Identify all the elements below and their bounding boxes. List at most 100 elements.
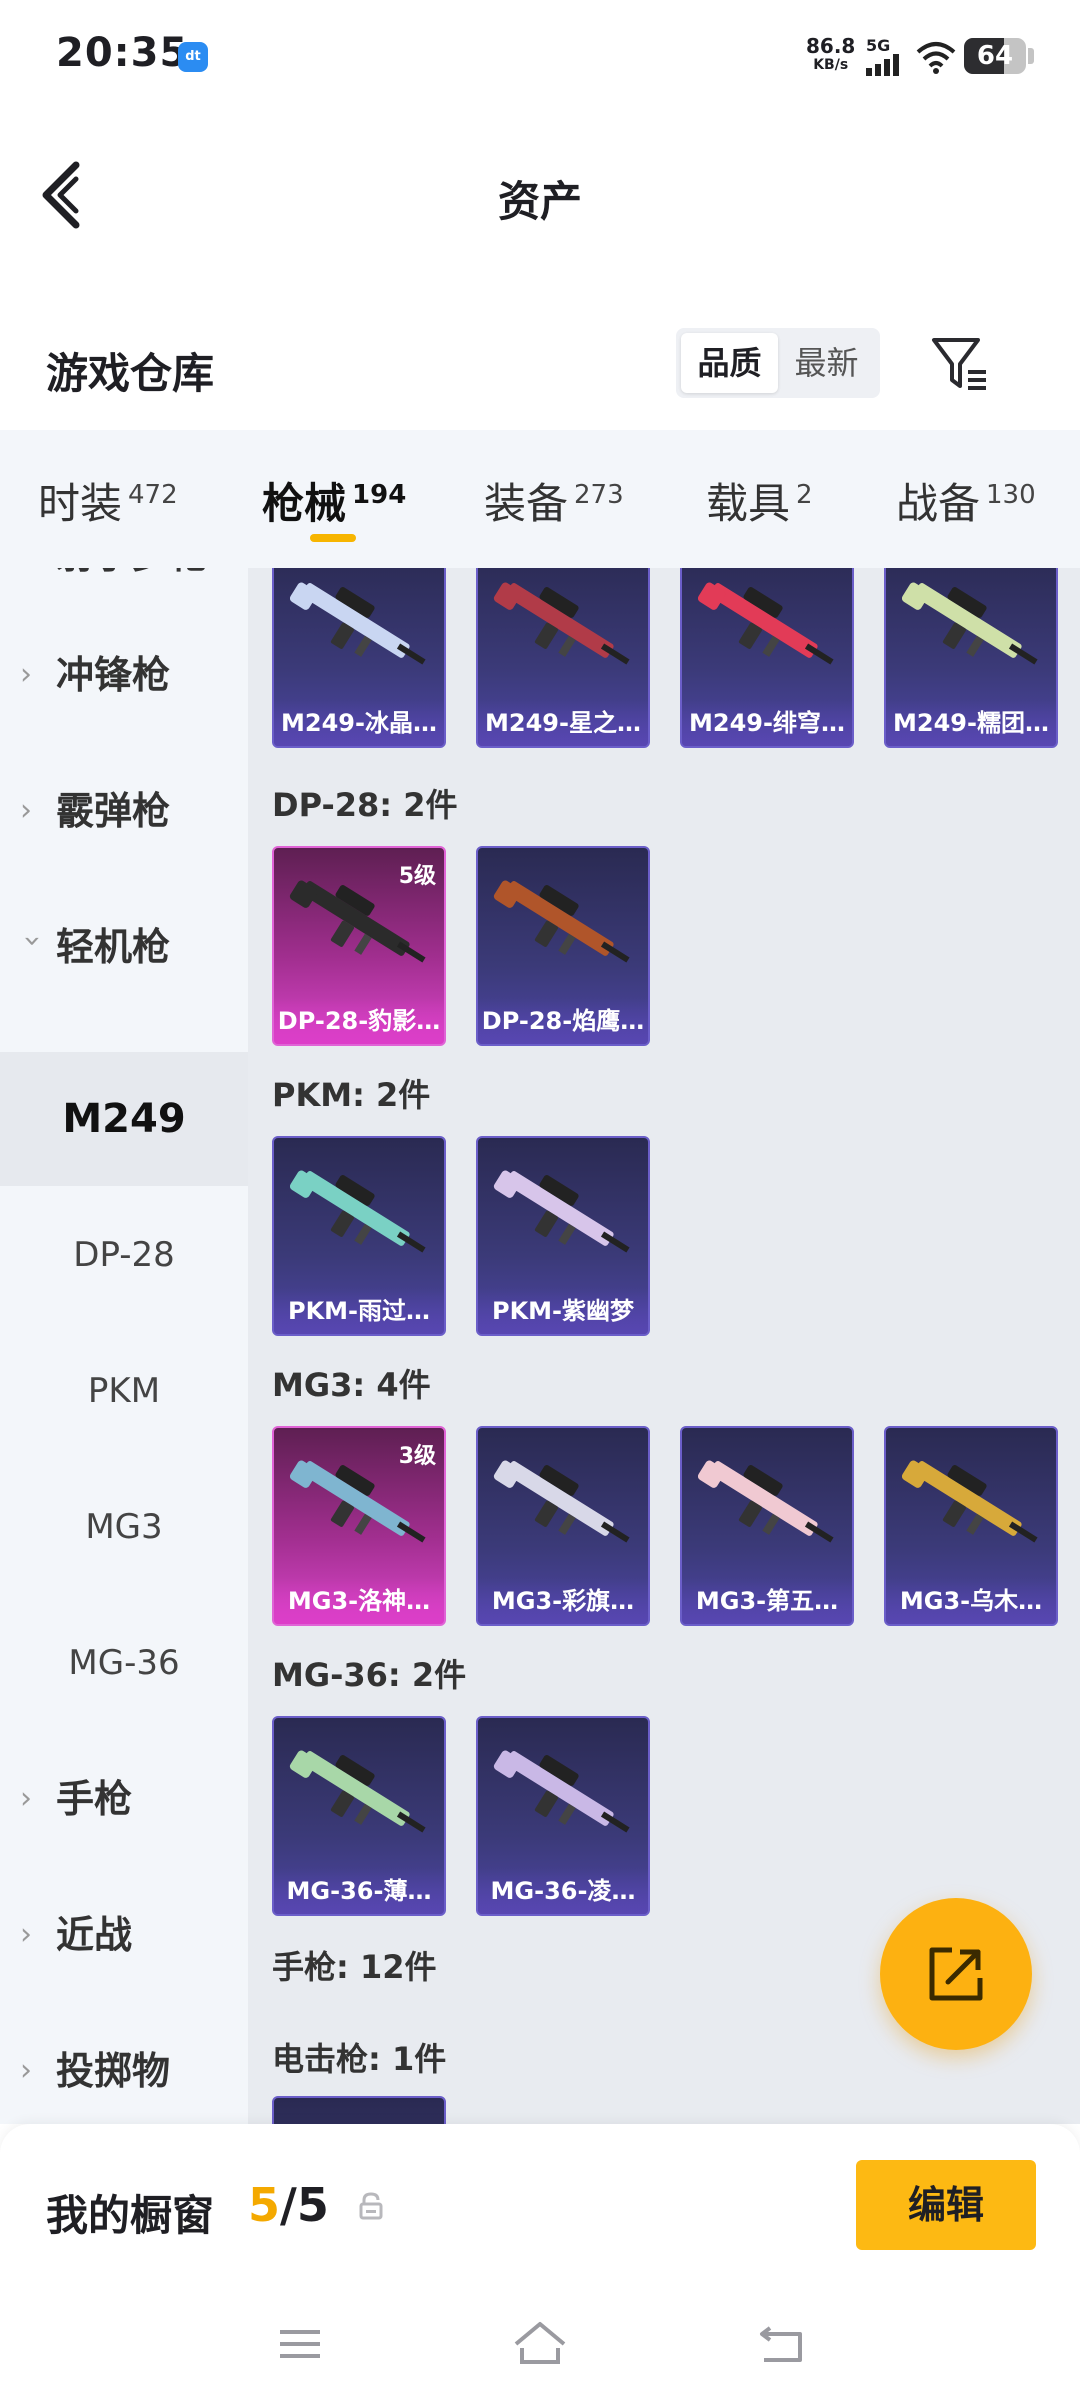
network-type: 5G	[866, 36, 891, 55]
home-button[interactable]	[510, 2314, 570, 2374]
tab-label: 时装	[38, 479, 123, 528]
skin-card[interactable]: DP-28-焰鹰…	[476, 846, 650, 1046]
section-title: 游戏仓库	[46, 349, 215, 398]
weapon-icon	[289, 582, 426, 665]
skin-name: MG3-乌木…	[886, 1578, 1056, 1624]
weapon-icon	[493, 1460, 630, 1543]
sidebar-subitem-dp28[interactable]: DP-28	[0, 1188, 248, 1322]
menu-button[interactable]	[270, 2314, 330, 2374]
wifi-icon	[916, 42, 956, 74]
group-label-stun-gun: 电击枪: 1件	[272, 2040, 447, 2078]
skin-card[interactable]: 3级 MG3-洛神…	[272, 1426, 446, 1626]
home-icon	[514, 2322, 566, 2364]
weapon-icon	[901, 582, 1038, 665]
showcase-count-current: 5	[248, 2178, 281, 2232]
showcase-count: 5/5	[248, 2178, 329, 2232]
sort-newest-option[interactable]: 最新	[778, 333, 875, 393]
tab-equipment[interactable]: 装备 273	[484, 470, 624, 531]
weapon-icon	[493, 1170, 630, 1253]
group-label-dp28: DP-28: 2件	[272, 786, 458, 824]
sort-quality-option[interactable]: 品质	[681, 333, 778, 393]
tab-label: 枪械	[262, 479, 347, 528]
tab-label: 装备	[484, 479, 569, 528]
skin-card[interactable]: MG3-彩旗…	[476, 1426, 650, 1626]
skin-name: M249-星之…	[478, 700, 648, 746]
sidebar-item-smg[interactable]: › 冲锋枪	[0, 608, 248, 742]
sidebar-item-shotgun[interactable]: › 霰弹枪	[0, 744, 248, 878]
tab-firearms[interactable]: 枪械 194	[262, 470, 406, 531]
tab-fashion[interactable]: 时装 472	[38, 470, 178, 531]
sidebar-item-label: 手枪	[56, 1777, 133, 1821]
skin-card[interactable]: 5级 DP-28-豹影…	[272, 846, 446, 1046]
edit-button[interactable]: 编辑	[856, 2160, 1036, 2250]
category-tabs: 时装 472 枪械 194 装备 273 载具 2 战备 130	[0, 430, 1080, 568]
skin-card[interactable]: MG3-第五…	[680, 1426, 854, 1626]
share-icon	[929, 1947, 983, 2001]
chevron-right-icon: ›	[20, 1917, 32, 1952]
sidebar-item-throwable[interactable]: › 投掷物	[0, 2004, 248, 2124]
sidebar-subitem-mg36[interactable]: MG-36	[0, 1596, 248, 1730]
skin-name: PKM-紫幽梦	[478, 1288, 648, 1334]
sort-toggle: 品质 最新	[676, 328, 880, 398]
skin-card[interactable]: MG-36-薄…	[272, 1716, 446, 1916]
chevron-right-icon: ›	[20, 793, 32, 828]
group-label-mg36: MG-36: 2件	[272, 1656, 467, 1694]
skin-card[interactable]: M249-糯团…	[884, 568, 1058, 748]
tab-count: 472	[128, 480, 178, 510]
signal-icon	[866, 54, 899, 76]
share-button[interactable]	[880, 1898, 1032, 2050]
skin-name: M249-糯团…	[886, 700, 1056, 746]
chevron-right-icon: ›	[20, 657, 32, 692]
sidebar-subitem-mg3[interactable]: MG3	[0, 1460, 248, 1594]
sidebar-subitem-m249[interactable]: M249	[0, 1052, 248, 1186]
skin-card[interactable]	[272, 2096, 446, 2124]
lock-icon	[359, 2192, 383, 2220]
showcase-label: 我的橱窗	[46, 2191, 215, 2240]
weapon-icon	[697, 1460, 834, 1543]
skin-card[interactable]: MG-36-凌…	[476, 1716, 650, 1916]
back-icon	[760, 2326, 802, 2362]
skin-level-badge: 3级	[398, 1444, 436, 1469]
chevron-right-icon: ›	[20, 1781, 32, 1816]
skin-card[interactable]: M249-冰晶…	[272, 568, 446, 748]
sidebar-item-label: 霰弹枪	[56, 789, 171, 833]
skin-card[interactable]: M249-星之…	[476, 568, 650, 748]
weapon-icon	[901, 1460, 1038, 1543]
skin-card[interactable]: M249-绯穹…	[680, 568, 854, 748]
title-bar: 资产	[0, 130, 1080, 260]
skin-name: M249-绯穹…	[682, 700, 852, 746]
weapon-icon	[493, 582, 630, 665]
group-label-pistol: 手枪: 12件	[272, 1948, 437, 1986]
weapon-icon	[493, 1750, 630, 1833]
battery-icon: 64	[964, 38, 1026, 74]
tab-count: 2	[796, 480, 813, 510]
sidebar-item-pistol[interactable]: › 手枪	[0, 1732, 248, 1866]
network-speed-value: 86.8	[806, 34, 856, 58]
skin-name: DP-28-焰鹰…	[478, 998, 648, 1044]
tab-count: 273	[574, 480, 624, 510]
weapon-icon	[289, 1750, 426, 1833]
skin-name: PKM-雨过…	[274, 1288, 444, 1334]
skin-card[interactable]: PKM-紫幽梦	[476, 1136, 650, 1336]
page-title: 资产	[497, 177, 582, 226]
filter-button[interactable]	[928, 332, 992, 396]
skin-card[interactable]: MG3-乌木…	[884, 1426, 1058, 1626]
skin-name: DP-28-豹影…	[274, 998, 444, 1044]
sidebar-item-melee[interactable]: › 近战	[0, 1868, 248, 2002]
sidebar-item-label: 轻机枪	[56, 925, 171, 969]
sidebar-item-lmg[interactable]: › 轻机枪	[0, 880, 248, 1014]
battery-level: 64	[976, 41, 1014, 71]
tab-vehicles[interactable]: 载具 2	[706, 470, 813, 531]
tab-label: 载具	[706, 479, 791, 528]
sidebar-item-label: 冲锋枪	[56, 653, 171, 697]
tab-supplies[interactable]: 战备 130	[896, 470, 1036, 531]
system-nav-bar	[0, 2284, 1080, 2400]
sidebar-subitem-pkm[interactable]: PKM	[0, 1324, 248, 1458]
weapon-icon	[493, 880, 630, 963]
sidebar-item-label: 投掷物	[56, 2049, 171, 2093]
skin-name: MG-36-薄…	[274, 1868, 444, 1914]
skin-card[interactable]: PKM-雨过…	[272, 1136, 446, 1336]
system-back-button[interactable]	[752, 2314, 812, 2374]
network-speed-unit: KB/s	[813, 57, 849, 73]
status-bar: 20:35 dt 86.8 KB/s 5G 64	[0, 0, 1080, 110]
